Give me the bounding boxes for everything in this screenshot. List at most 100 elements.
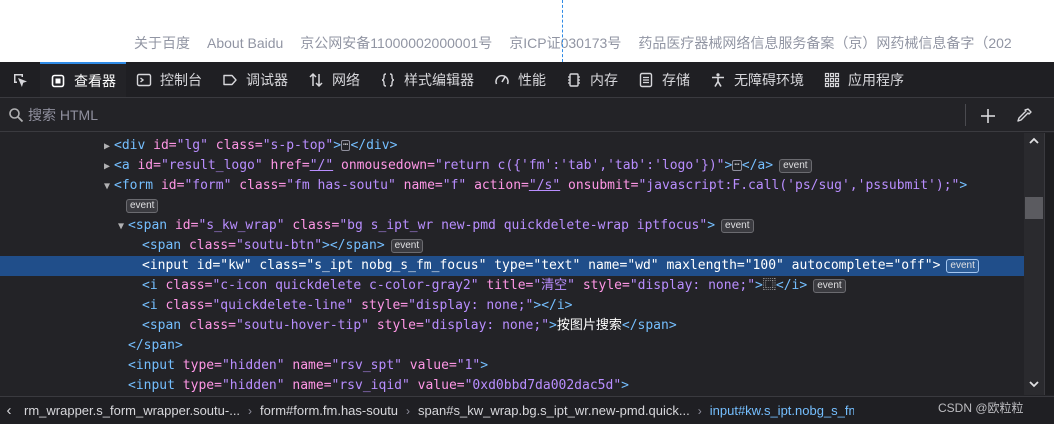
tab-console[interactable]: 控制台	[126, 62, 212, 97]
tab-inspector[interactable]: 查看器	[40, 62, 126, 97]
expand-twisty-icon[interactable]: ▶	[104, 137, 114, 157]
application-icon	[824, 72, 840, 87]
event-badge[interactable]: event	[813, 278, 846, 293]
tag-token: >	[707, 218, 716, 233]
event-badge[interactable]: event	[390, 238, 424, 253]
tab-storage[interactable]: 存储	[628, 62, 700, 97]
markup-node-row[interactable]: <span class="soutu-hover-tip" style="dis…	[0, 316, 1024, 336]
breadcrumb-scroll-left-icon[interactable]: ‹	[0, 402, 18, 419]
attribute-name: style=	[369, 318, 424, 333]
style-editor-icon	[381, 72, 395, 87]
markup-node-row[interactable]: <input type="hidden" name="rsv_spt" valu…	[0, 356, 1024, 376]
footer-link[interactable]: 药品医疗器械网络信息服务备案（京）网药械信息备字（202	[638, 35, 1011, 51]
tag-token: <form	[114, 178, 161, 193]
attribute-value: "lg"	[176, 138, 208, 153]
attribute-name: maxlength=	[658, 258, 745, 273]
attribute-name: id=	[196, 258, 221, 273]
markup-node-row[interactable]: </span>	[0, 336, 1024, 356]
tag-token: ></i>	[533, 298, 573, 313]
attribute-value: "0xd0bbd7da002dac5d"	[464, 378, 622, 393]
footer-link[interactable]: 京公网安备11000002000001号	[300, 35, 492, 51]
markup-node-row[interactable]: ▶ <div id="lg" class="s-p-top"> ⋯ </div>	[0, 136, 1024, 156]
html-search-input[interactable]	[28, 104, 928, 126]
collapse-twisty-icon[interactable]: ▼	[104, 177, 114, 197]
selected-node-row[interactable]: <input id="kw" class="s_ipt nobg_s_fm_fo…	[0, 256, 1024, 276]
markup-node-row[interactable]: ▶ <a id="result_logo" href="/" onmousedow…	[0, 156, 1024, 176]
attribute-name: onmousedown=	[333, 158, 435, 173]
eyedropper-icon[interactable]	[1014, 106, 1034, 126]
markup-node-row[interactable]: event	[0, 196, 1024, 216]
network-icon	[309, 72, 323, 87]
breadcrumb-item[interactable]: input#kw.s_ipt.nobg_s_fm_focus	[704, 403, 854, 418]
breadcrumb-item[interactable]: span#s_kw_wrap.bg.s_ipt_wr.new-pmd.quick…	[412, 403, 696, 418]
scroll-down-icon[interactable]	[1028, 378, 1040, 390]
tab-label: 存储	[662, 71, 690, 88]
attribute-value: "display: none;"	[423, 318, 550, 333]
markup-node-row[interactable]: <i class="c-icon quickdelete c-color-gra…	[0, 276, 1024, 296]
tab-label: 无障碍环境	[734, 71, 804, 88]
attribute-value: "soutu-hover-tip"	[235, 318, 369, 333]
attribute-name: class=	[207, 138, 263, 153]
add-node-icon[interactable]	[978, 106, 998, 126]
element-picker-button[interactable]	[0, 62, 40, 97]
event-badge[interactable]: event	[721, 218, 754, 233]
attribute-name: action=	[466, 178, 529, 193]
markup-node-row[interactable]: ▼ <span id="s_kw_wrap" class="bg s_ipt_wr…	[0, 216, 1024, 236]
tag-token: <i	[142, 298, 166, 313]
scroll-up-icon[interactable]	[1028, 135, 1040, 147]
toolbar-divider	[965, 104, 966, 126]
event-badge[interactable]: event	[126, 198, 159, 213]
tab-label: 网络	[332, 71, 360, 88]
attribute-name: class=	[165, 278, 213, 293]
footer-link[interactable]: 关于百度	[134, 35, 190, 51]
tag-token: </span>	[128, 338, 183, 353]
attribute-value: "return c({'fm':'tab','tab':'logo'})"	[434, 158, 725, 173]
event-badge[interactable]: event	[946, 258, 979, 273]
collapsed-children-ellipsis[interactable]: ⋯	[732, 160, 742, 171]
tab-style-editor[interactable]: 样式编辑器	[370, 62, 484, 97]
layout-guide-line	[562, 0, 563, 62]
breadcrumb-item[interactable]: form#form.fm.has-soutu	[254, 403, 404, 418]
event-badge[interactable]: event	[779, 158, 812, 173]
attribute-name: type=	[486, 258, 534, 273]
scrollbar-thumb[interactable]	[1025, 197, 1043, 219]
tab-network[interactable]: 网络	[298, 62, 370, 97]
attribute-value: "kw"	[220, 258, 252, 273]
attribute-name: style=	[353, 298, 409, 313]
tag-token: </span>	[621, 318, 677, 333]
tab-memory[interactable]: 内存	[556, 62, 628, 97]
search-icon	[9, 108, 24, 123]
tab-application[interactable]: 应用程序	[814, 62, 914, 97]
attribute-name: value=	[401, 358, 457, 373]
devtools-toolbar: 查看器 控制台 调试器 网络 样式编辑器 性能 内存 存储 无障碍环境 应用程序	[0, 62, 1054, 98]
tag-token: </a>	[741, 158, 774, 173]
attribute-name: class=	[165, 298, 213, 313]
markup-node-row[interactable]: <i class="quickdelete-line" style="displ…	[0, 296, 1024, 316]
attribute-name: id=	[160, 178, 185, 193]
footer-link[interactable]: 京ICP证030173号	[509, 35, 621, 51]
markup-node-row[interactable]: <input type="hidden" name="rsv_iqid" val…	[0, 376, 1024, 395]
collapse-twisty-icon[interactable]: ▼	[118, 217, 128, 237]
tag-token: >	[549, 318, 557, 333]
breadcrumb-item[interactable]: rm_wrapper.s_form_wrapper.soutu-...	[18, 403, 246, 418]
attribute-value: "/s"	[528, 178, 561, 193]
tab-label: 内存	[590, 71, 618, 88]
markup-scrollbar[interactable]	[1024, 133, 1044, 395]
storage-icon	[639, 72, 653, 87]
attribute-name: class=	[188, 318, 236, 333]
markup-node-row[interactable]: <span class="soutu-btn"></span> event	[0, 236, 1024, 256]
tab-debugger[interactable]: 调试器	[212, 62, 298, 97]
expand-twisty-icon[interactable]: ▶	[104, 157, 114, 177]
footer-link[interactable]: About Baidu	[207, 35, 283, 51]
tab-label: 样式编辑器	[404, 71, 474, 88]
tab-accessibility[interactable]: 无障碍环境	[700, 62, 814, 97]
attribute-value: "100"	[744, 258, 784, 273]
tab-performance[interactable]: 性能	[484, 62, 556, 97]
attribute-name: title=	[478, 278, 534, 293]
inspector-icon	[51, 74, 65, 87]
markup-node-row[interactable]: ▼ <form id="form" class="fm has-soutu" na…	[0, 176, 1024, 196]
attribute-name: style=	[575, 278, 630, 293]
tab-label: 控制台	[160, 71, 202, 88]
attribute-value: "off"	[893, 258, 933, 273]
tab-label: 性能	[518, 71, 546, 88]
